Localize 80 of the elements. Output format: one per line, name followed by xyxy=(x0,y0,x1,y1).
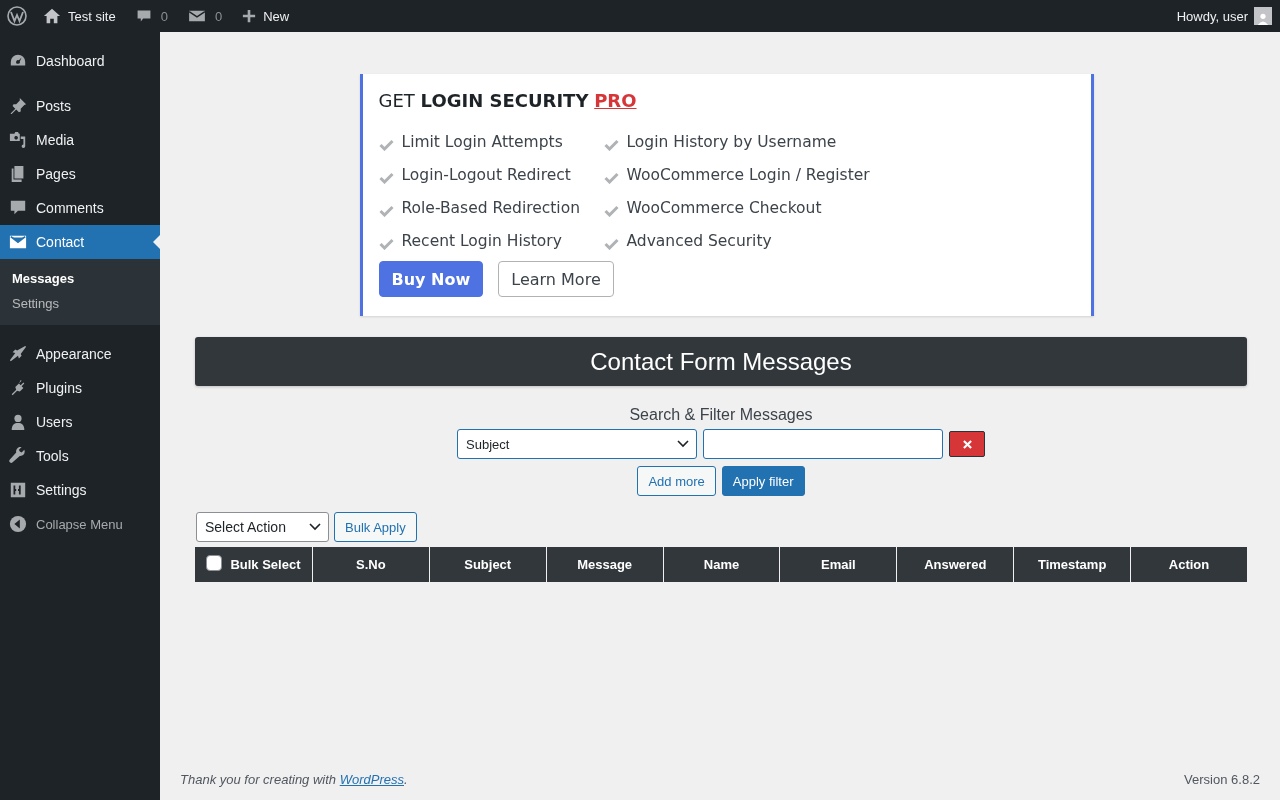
menu-item[interactable]: Appearance xyxy=(0,337,160,371)
page-title: Contact Form Messages xyxy=(195,337,1247,386)
menu-item[interactable]: Tools xyxy=(0,439,160,473)
column-header: Action xyxy=(1130,547,1247,582)
version-text: Version 6.8.2 xyxy=(1184,772,1260,787)
feature-text: Login History by Username xyxy=(626,132,837,151)
filter-value-input[interactable] xyxy=(703,429,943,459)
comments-link[interactable]: 0 xyxy=(135,8,168,24)
filter-heading: Search & Filter Messages xyxy=(629,406,813,424)
feature-text: Recent Login History xyxy=(401,231,562,250)
check-icon xyxy=(603,138,619,151)
check-icon xyxy=(378,204,394,217)
bulk-apply-button[interactable]: Bulk Apply xyxy=(334,512,417,542)
menu-item[interactable]: Posts xyxy=(0,89,160,123)
collapse-menu-button[interactable]: Collapse Menu xyxy=(0,507,160,541)
column-header: S.No xyxy=(311,547,429,582)
feature-text: Login-Logout Redirect xyxy=(401,165,571,184)
messages-link[interactable]: 0 xyxy=(187,8,223,24)
remove-filter-button[interactable] xyxy=(949,431,985,457)
home-icon xyxy=(43,7,61,25)
bulk-select-label: Bulk Select xyxy=(230,557,301,572)
comment-icon xyxy=(9,199,27,217)
camera-icon xyxy=(9,131,27,149)
chevron-icon xyxy=(309,523,321,531)
account-link[interactable]: Howdy, user xyxy=(1176,7,1272,25)
check-icon xyxy=(603,171,619,184)
feature-text: WooCommerce Login / Register xyxy=(626,165,870,184)
plug-icon xyxy=(9,379,27,397)
envelope-icon xyxy=(9,233,27,251)
menu-item[interactable]: Pages xyxy=(0,157,160,191)
avatar-icon xyxy=(1254,7,1272,25)
footer-text: Thank you for creating with WordPress. xyxy=(180,772,408,787)
column-header: Subject xyxy=(428,547,546,582)
new-link[interactable]: New xyxy=(242,8,290,24)
submenu-item[interactable]: Settings xyxy=(0,291,160,316)
brush-icon xyxy=(9,345,27,363)
filter-field-select[interactable]: Subject xyxy=(457,429,697,459)
column-header: Answered xyxy=(896,547,1014,582)
menu-item[interactable]: Media xyxy=(0,123,160,157)
envelope-icon xyxy=(187,9,206,23)
check-icon xyxy=(378,237,394,250)
chevron-icon xyxy=(677,440,689,448)
menu-item[interactable]: Contact xyxy=(0,225,160,259)
site-link[interactable]: Test site xyxy=(43,7,116,25)
bulk-action-select[interactable]: Select Action xyxy=(196,512,329,542)
wordpress-link[interactable]: WordPress xyxy=(339,772,404,787)
learn-more-button[interactable]: Learn More xyxy=(498,261,614,297)
plus-icon xyxy=(242,9,257,23)
pro-link[interactable]: PRO xyxy=(594,90,637,111)
collapse-icon xyxy=(9,515,27,533)
column-header: Email xyxy=(779,547,897,582)
feature-text: Limit Login Attempts xyxy=(401,132,563,151)
menu-item[interactable]: Plugins xyxy=(0,371,160,405)
menu-item[interactable]: Settings xyxy=(0,473,160,507)
column-header: Message xyxy=(545,547,663,582)
wordpress-logo-icon[interactable] xyxy=(7,6,27,26)
check-icon xyxy=(603,237,619,250)
check-icon xyxy=(378,171,394,184)
feature-text: WooCommerce Checkout xyxy=(626,198,822,217)
menu-item[interactable]: Dashboard xyxy=(0,44,160,78)
add-more-button[interactable]: Add more xyxy=(637,466,716,496)
feature-text: Advanced Security xyxy=(626,231,772,250)
promo-heading: GET LOGIN SECURITY xyxy=(378,90,589,111)
menu-item[interactable]: Users xyxy=(0,405,160,439)
feature-text: Role-Based Redirection xyxy=(401,198,580,217)
close-icon xyxy=(962,439,972,449)
column-header: Name xyxy=(662,547,780,582)
buy-now-button[interactable]: Buy Now xyxy=(378,261,484,297)
user-icon xyxy=(9,413,27,431)
checkbox[interactable] xyxy=(206,554,223,571)
check-icon xyxy=(378,138,394,151)
menu-item[interactable]: Comments xyxy=(0,191,160,225)
pin-icon xyxy=(9,97,27,115)
comment-icon xyxy=(135,8,152,24)
sliders-icon xyxy=(9,481,27,499)
submenu-item[interactable]: Messages xyxy=(0,266,160,291)
check-icon xyxy=(603,204,619,217)
column-header: Timestamp xyxy=(1013,547,1131,582)
wrench-icon xyxy=(9,447,27,465)
apply-filter-button[interactable]: Apply filter xyxy=(721,466,805,496)
